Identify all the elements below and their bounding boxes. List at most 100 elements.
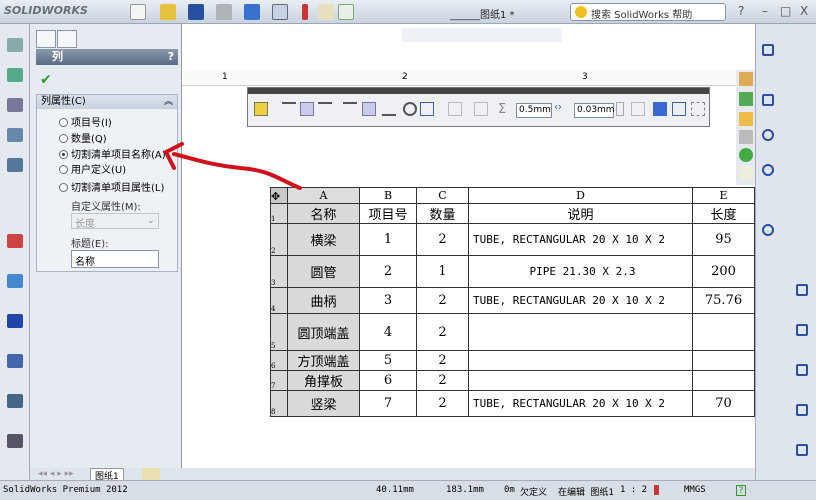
table-cell[interactable] [468,350,693,371]
add-sheet-icon[interactable] [142,468,160,480]
table-cell[interactable] [468,313,693,351]
move-icon[interactable] [796,444,808,456]
text-margin-input[interactable]: 0.03mm [574,103,615,118]
ok-button[interactable]: ✔ [40,72,52,88]
undo-icon[interactable] [244,4,260,20]
table-cell[interactable]: TUBE, RECTANGULAR 20 X 10 X 2 [468,287,693,314]
home-icon[interactable] [739,72,753,86]
table-cell[interactable]: 名称 [287,203,360,224]
text-margin-spinner[interactable] [616,102,624,116]
sketch-tool-icon[interactable] [762,44,774,56]
tool-icon[interactable] [7,38,23,52]
sheet-nav-arrows[interactable]: ◂◂ ◂ ▸ ▸▸ [38,469,74,479]
table-cell[interactable]: 说明 [468,203,693,224]
align-center-icon[interactable] [300,102,314,116]
unmerge-cells-icon[interactable] [474,102,488,116]
view-palette-icon[interactable] [739,130,753,144]
radio-cut-list-item-property[interactable]: 切割清单项目属性(L) [59,179,164,194]
help-icon[interactable]: ? [736,485,746,496]
table-cell[interactable]: 5 [359,350,417,371]
file-explorer-icon[interactable] [739,112,753,126]
align-bottom-icon[interactable] [382,102,396,116]
table-cell[interactable]: 长度 [692,203,755,224]
note-text-icon[interactable] [7,314,23,328]
tool-icon[interactable] [7,68,23,82]
cut-list-table[interactable]: ✥ A B C D E 1 名称 项目号 数量 说明 长度 2 横梁 1 2 TUBE, RECT… [270,187,755,417]
table-header-icon[interactable] [672,102,686,116]
table-cell[interactable]: 7 [359,390,417,417]
select-icon[interactable] [272,4,288,20]
print-icon[interactable] [216,4,232,20]
collapse-icon[interactable]: ︽ [164,95,173,109]
table-cell[interactable]: 曲柄 [287,287,360,314]
table-cell[interactable]: 3 [359,287,417,314]
table-cell[interactable]: 4 [359,313,417,351]
radio-cut-list-item-name[interactable]: 切割清单项目名称(A) [59,146,166,161]
table-properties-icon[interactable] [631,102,645,116]
table-grid-icon[interactable] [653,102,667,116]
table-cell[interactable]: 横梁 [287,223,360,256]
rectangle-icon[interactable] [762,94,774,106]
dimension-icon[interactable] [796,284,808,296]
close-button[interactable]: X [800,4,808,18]
spell-check-icon[interactable] [7,274,23,288]
options-icon[interactable] [318,4,334,20]
list-icon[interactable] [338,4,354,20]
mirror-icon[interactable] [796,364,808,376]
align-right-icon[interactable] [318,102,332,116]
table-cell[interactable] [692,370,755,391]
text-format-icon[interactable] [254,102,268,116]
block-icon[interactable] [7,434,23,448]
property-manager-tab[interactable] [57,30,77,48]
arc-icon[interactable] [762,164,774,176]
design-library-icon[interactable] [739,92,753,106]
radio-item-number[interactable]: 项目号(I) [59,114,112,129]
table-border-icon[interactable] [691,102,705,116]
table-cell[interactable]: 2 [416,313,469,351]
table-cell[interactable]: 200 [692,255,755,288]
fit-text-icon[interactable] [420,102,434,116]
open-icon[interactable] [160,4,176,20]
column-header-e[interactable]: E [692,187,755,204]
maximize-button[interactable]: □ [780,4,791,18]
table-cell[interactable]: 6 [359,370,417,391]
pattern-icon[interactable] [796,404,808,416]
table-cell[interactable]: 2 [416,287,469,314]
sum-icon[interactable]: Σ [498,102,512,117]
table-cell[interactable]: 1 [416,255,469,288]
align-middle-icon[interactable] [362,102,376,116]
align-top-icon[interactable] [343,102,357,116]
table-cell[interactable]: 方顶端盖 [287,350,360,371]
column-header-d[interactable]: D [468,187,693,204]
circle-icon[interactable] [762,129,774,141]
table-cell[interactable]: 项目号 [359,203,417,224]
appearances-icon[interactable] [739,148,753,162]
weld-symbol-icon[interactable] [7,394,23,408]
radio-user-defined[interactable]: 用户定义(U) [59,161,126,176]
table-cell[interactable] [468,370,693,391]
table-cell[interactable]: 数量 [416,203,469,224]
new-document-icon[interactable] [130,4,146,20]
ellipse-icon[interactable] [762,224,774,236]
tool-icon[interactable] [7,98,23,112]
table-cell[interactable]: 2 [416,350,469,371]
table-cell[interactable]: 圆顶端盖 [287,313,360,351]
column-header-b[interactable]: B [359,187,417,204]
title-input[interactable]: 名称 [71,250,159,268]
panel-help-button[interactable]: ? [168,49,174,65]
status-units[interactable]: MMGS [684,485,706,495]
table-cell[interactable]: 95 [692,223,755,256]
tool-icon[interactable] [7,234,23,248]
line-width-stepper[interactable]: ‹› [554,102,568,116]
table-cell[interactable]: PIPE 21.30 X 2.3 [468,255,693,288]
view-toolbar[interactable] [402,28,562,42]
line-width-input[interactable]: 0.5mm [516,103,552,118]
tool-icon[interactable] [7,128,23,142]
group-header[interactable]: 列属性(C) ︽ [37,95,177,109]
table-cell[interactable]: 圆管 [287,255,360,288]
table-cell[interactable] [692,313,755,351]
table-cell[interactable]: 2 [359,255,417,288]
balloon-icon[interactable] [7,354,23,368]
align-left-icon[interactable] [282,102,296,116]
table-cell[interactable]: 竖梁 [287,390,360,417]
